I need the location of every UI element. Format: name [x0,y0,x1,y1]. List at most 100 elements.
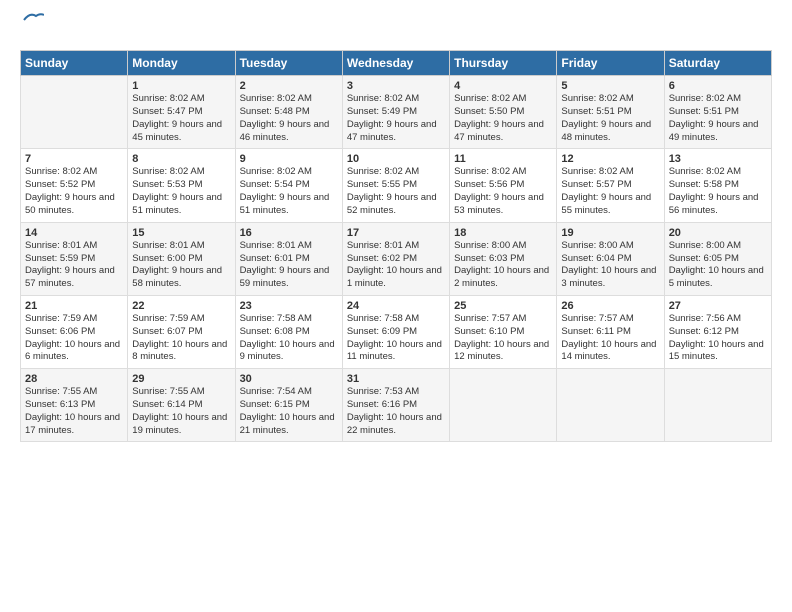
sunrise-text: Sunrise: 7:55 AM [132,386,230,399]
daylight-text: Daylight: 10 hours and 11 minutes. [347,339,445,365]
sunrise-text: Sunrise: 8:00 AM [454,240,552,253]
daylight-text: Daylight: 10 hours and 2 minutes. [454,265,552,291]
day-number: 3 [347,80,445,92]
page-container: SundayMondayTuesdayWednesdayThursdayFrid… [0,0,792,452]
sunset-text: Sunset: 6:06 PM [25,326,123,339]
daylight-text: Daylight: 10 hours and 5 minutes. [669,265,767,291]
daylight-text: Daylight: 9 hours and 55 minutes. [561,192,659,218]
calendar-cell: 20Sunrise: 8:00 AMSunset: 6:05 PMDayligh… [664,222,771,295]
sunset-text: Sunset: 6:01 PM [240,253,338,266]
sunset-text: Sunset: 5:59 PM [25,253,123,266]
sunrise-text: Sunrise: 8:01 AM [25,240,123,253]
calendar-cell: 5Sunrise: 8:02 AMSunset: 5:51 PMDaylight… [557,76,664,149]
column-header-thursday: Thursday [450,51,557,76]
calendar-cell [557,369,664,442]
daylight-text: Daylight: 9 hours and 47 minutes. [347,119,445,145]
sunrise-text: Sunrise: 8:01 AM [132,240,230,253]
sunset-text: Sunset: 6:02 PM [347,253,445,266]
day-number: 29 [132,373,230,385]
calendar-week-row: 21Sunrise: 7:59 AMSunset: 6:06 PMDayligh… [21,295,772,368]
column-header-tuesday: Tuesday [235,51,342,76]
sunset-text: Sunset: 5:58 PM [669,179,767,192]
daylight-text: Daylight: 9 hours and 59 minutes. [240,265,338,291]
column-header-saturday: Saturday [664,51,771,76]
day-number: 27 [669,300,767,312]
calendar-cell: 16Sunrise: 8:01 AMSunset: 6:01 PMDayligh… [235,222,342,295]
daylight-text: Daylight: 9 hours and 49 minutes. [669,119,767,145]
calendar-cell: 28Sunrise: 7:55 AMSunset: 6:13 PMDayligh… [21,369,128,442]
sunset-text: Sunset: 6:08 PM [240,326,338,339]
day-number: 17 [347,227,445,239]
daylight-text: Daylight: 9 hours and 45 minutes. [132,119,230,145]
calendar-cell: 8Sunrise: 8:02 AMSunset: 5:53 PMDaylight… [128,149,235,222]
sunset-text: Sunset: 5:57 PM [561,179,659,192]
calendar-cell: 9Sunrise: 8:02 AMSunset: 5:54 PMDaylight… [235,149,342,222]
sunset-text: Sunset: 5:52 PM [25,179,123,192]
daylight-text: Daylight: 10 hours and 15 minutes. [669,339,767,365]
sunrise-text: Sunrise: 8:02 AM [132,166,230,179]
day-number: 8 [132,153,230,165]
day-number: 30 [240,373,338,385]
calendar-cell: 6Sunrise: 8:02 AMSunset: 5:51 PMDaylight… [664,76,771,149]
calendar-cell: 12Sunrise: 8:02 AMSunset: 5:57 PMDayligh… [557,149,664,222]
sunrise-text: Sunrise: 8:00 AM [669,240,767,253]
daylight-text: Daylight: 9 hours and 57 minutes. [25,265,123,291]
calendar-cell: 3Sunrise: 8:02 AMSunset: 5:49 PMDaylight… [342,76,449,149]
sunset-text: Sunset: 5:48 PM [240,106,338,119]
day-number: 11 [454,153,552,165]
sunset-text: Sunset: 6:11 PM [561,326,659,339]
sunrise-text: Sunrise: 8:00 AM [561,240,659,253]
sunrise-text: Sunrise: 8:02 AM [561,93,659,106]
sunset-text: Sunset: 5:56 PM [454,179,552,192]
sunset-text: Sunset: 6:13 PM [25,399,123,412]
calendar-week-row: 7Sunrise: 8:02 AMSunset: 5:52 PMDaylight… [21,149,772,222]
sunrise-text: Sunrise: 8:02 AM [132,93,230,106]
day-number: 4 [454,80,552,92]
day-number: 5 [561,80,659,92]
column-header-monday: Monday [128,51,235,76]
calendar-cell: 23Sunrise: 7:58 AMSunset: 6:08 PMDayligh… [235,295,342,368]
daylight-text: Daylight: 9 hours and 52 minutes. [347,192,445,218]
sunset-text: Sunset: 6:07 PM [132,326,230,339]
day-number: 9 [240,153,338,165]
sunset-text: Sunset: 6:05 PM [669,253,767,266]
daylight-text: Daylight: 9 hours and 58 minutes. [132,265,230,291]
calendar-cell: 19Sunrise: 8:00 AMSunset: 6:04 PMDayligh… [557,222,664,295]
sunset-text: Sunset: 5:53 PM [132,179,230,192]
page-header [20,16,772,40]
sunrise-text: Sunrise: 8:02 AM [25,166,123,179]
sunrise-text: Sunrise: 7:57 AM [454,313,552,326]
sunrise-text: Sunrise: 7:53 AM [347,386,445,399]
sunrise-text: Sunrise: 7:54 AM [240,386,338,399]
calendar-cell [664,369,771,442]
daylight-text: Daylight: 9 hours and 51 minutes. [132,192,230,218]
calendar-week-row: 28Sunrise: 7:55 AMSunset: 6:13 PMDayligh… [21,369,772,442]
day-number: 1 [132,80,230,92]
sunrise-text: Sunrise: 8:02 AM [347,93,445,106]
daylight-text: Daylight: 9 hours and 51 minutes. [240,192,338,218]
calendar-cell: 1Sunrise: 8:02 AMSunset: 5:47 PMDaylight… [128,76,235,149]
calendar-cell: 7Sunrise: 8:02 AMSunset: 5:52 PMDaylight… [21,149,128,222]
sunrise-text: Sunrise: 8:02 AM [454,166,552,179]
sunrise-text: Sunrise: 7:58 AM [240,313,338,326]
day-number: 10 [347,153,445,165]
calendar-cell: 10Sunrise: 8:02 AMSunset: 5:55 PMDayligh… [342,149,449,222]
day-number: 20 [669,227,767,239]
daylight-text: Daylight: 9 hours and 56 minutes. [669,192,767,218]
sunrise-text: Sunrise: 8:01 AM [240,240,338,253]
calendar-cell: 22Sunrise: 7:59 AMSunset: 6:07 PMDayligh… [128,295,235,368]
daylight-text: Daylight: 9 hours and 48 minutes. [561,119,659,145]
calendar-cell: 11Sunrise: 8:02 AMSunset: 5:56 PMDayligh… [450,149,557,222]
calendar-cell: 24Sunrise: 7:58 AMSunset: 6:09 PMDayligh… [342,295,449,368]
calendar-cell: 18Sunrise: 8:00 AMSunset: 6:03 PMDayligh… [450,222,557,295]
day-number: 16 [240,227,338,239]
calendar-cell: 2Sunrise: 8:02 AMSunset: 5:48 PMDaylight… [235,76,342,149]
day-number: 22 [132,300,230,312]
sunset-text: Sunset: 6:04 PM [561,253,659,266]
sunset-text: Sunset: 5:49 PM [347,106,445,119]
day-number: 24 [347,300,445,312]
sunrise-text: Sunrise: 7:59 AM [132,313,230,326]
sunset-text: Sunset: 6:16 PM [347,399,445,412]
calendar-cell: 4Sunrise: 8:02 AMSunset: 5:50 PMDaylight… [450,76,557,149]
day-number: 2 [240,80,338,92]
